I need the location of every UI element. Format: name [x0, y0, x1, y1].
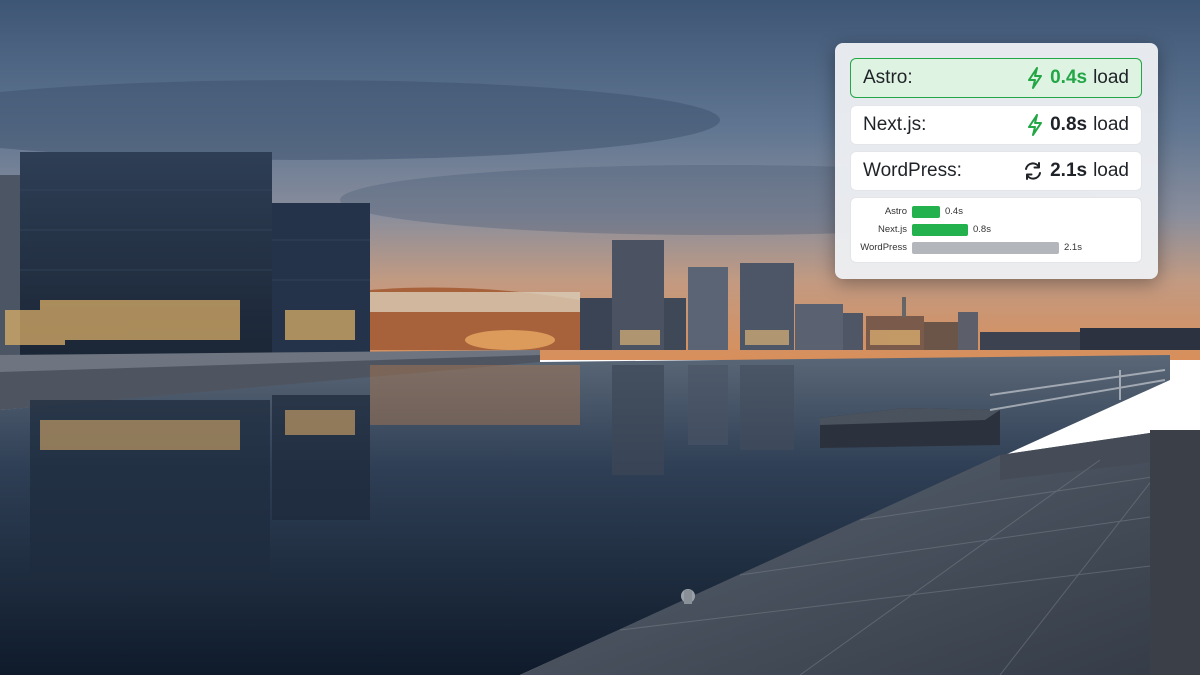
load-time-value: 0.8s — [1050, 114, 1088, 135]
framework-name: WordPress: — [863, 160, 962, 181]
mini-bar-label: Astro — [884, 206, 907, 217]
load-unit: load — [1093, 67, 1129, 88]
comparison-row-wordpress: WordPress: 2.1s load — [850, 151, 1142, 191]
mini-bar — [912, 242, 1059, 254]
lightning-icon — [1028, 67, 1043, 89]
mini-bar-label: WordPress — [860, 242, 907, 253]
comparison-row-nextjs: Next.js: 0.8s load — [850, 105, 1142, 145]
refresh-icon — [1025, 162, 1042, 180]
mini-chart-row-nextjs: Next.js 0.8s — [851, 223, 1143, 237]
mini-bar-value: 0.4s — [945, 206, 963, 217]
mini-bar-value: 2.1s — [1064, 242, 1082, 253]
framework-name: Next.js: — [863, 114, 927, 135]
load-unit: load — [1093, 160, 1129, 181]
load-unit: load — [1093, 114, 1129, 135]
load-time-value: 2.1s — [1050, 160, 1088, 181]
mini-bar — [912, 206, 940, 218]
load-time-comparison-card: Astro: 0.4s load Next.js: 0.8s load Word… — [835, 43, 1158, 279]
framework-name: Astro: — [863, 67, 913, 88]
mini-bar-value: 0.8s — [973, 224, 991, 235]
mini-bar — [912, 224, 968, 236]
mini-chart-row-wordpress: WordPress 2.1s — [851, 241, 1143, 255]
mini-bar-label: Next.js — [877, 224, 907, 235]
lightning-icon — [1028, 114, 1043, 136]
mini-chart-row-astro: Astro 0.4s — [851, 205, 1143, 219]
mini-bar-chart: Astro 0.4s Next.js 0.8s WordPress 2.1s — [850, 197, 1142, 263]
comparison-row-astro: Astro: 0.4s load — [850, 58, 1142, 98]
load-time-value: 0.4s — [1050, 67, 1088, 88]
